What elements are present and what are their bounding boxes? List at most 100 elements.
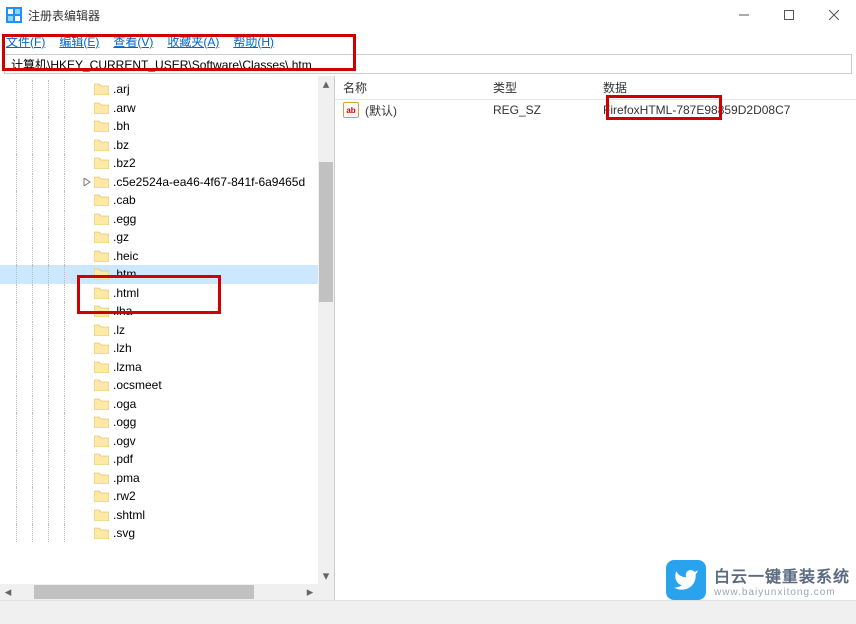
tree-item[interactable]: .rw2 xyxy=(0,487,334,506)
value-data: FirefoxHTML-787E98859D2D08C7 xyxy=(603,103,856,117)
folder-icon xyxy=(94,83,109,95)
folder-icon xyxy=(94,194,109,206)
menu-help[interactable]: 帮助(H) xyxy=(233,33,274,50)
scroll-up-icon[interactable]: ▴ xyxy=(318,76,334,92)
tree-item-label: .pdf xyxy=(113,452,133,466)
expander-icon[interactable] xyxy=(80,526,94,540)
expander-icon[interactable] xyxy=(80,304,94,318)
folder-icon xyxy=(94,157,109,169)
folder-icon xyxy=(94,472,109,484)
expander-icon[interactable] xyxy=(80,249,94,263)
tree-item[interactable]: .pma xyxy=(0,469,334,488)
tree-item[interactable]: .gz xyxy=(0,228,334,247)
folder-icon xyxy=(94,139,109,151)
tree-item[interactable]: .oga xyxy=(0,395,334,414)
tree-item[interactable]: .html xyxy=(0,284,334,303)
column-type[interactable]: 类型 xyxy=(485,79,595,96)
scroll-left-icon[interactable]: ◂ xyxy=(0,584,16,600)
tree-item[interactable]: .c5e2524a-ea46-4f67-841f-6a9465d xyxy=(0,173,334,192)
tree-item[interactable]: .lz xyxy=(0,321,334,340)
expander-icon[interactable] xyxy=(80,323,94,337)
tree-item[interactable]: .cab xyxy=(0,191,334,210)
tree-scrollbar-vertical[interactable]: ▴ ▾ xyxy=(318,76,334,600)
address-bar[interactable]: 计算机\HKEY_CURRENT_USER\Software\Classes\.… xyxy=(4,54,852,74)
tree-item[interactable]: .bh xyxy=(0,117,334,136)
menu-edit[interactable]: 编辑(E) xyxy=(59,33,99,50)
tree-item[interactable]: .arw xyxy=(0,99,334,118)
tree-item-label: .ogg xyxy=(113,415,136,429)
tree-item[interactable]: .ogg xyxy=(0,413,334,432)
expander-icon[interactable] xyxy=(80,360,94,374)
folder-icon xyxy=(94,398,109,410)
tree-item-label: .heic xyxy=(113,249,138,263)
watermark-url: www.baiyunxitong.com xyxy=(714,587,850,598)
column-data[interactable]: 数据 xyxy=(595,79,856,96)
close-button[interactable] xyxy=(811,0,856,30)
column-name[interactable]: 名称 xyxy=(335,79,485,96)
tree-item[interactable]: .ogv xyxy=(0,432,334,451)
expander-icon[interactable] xyxy=(80,138,94,152)
minimize-button[interactable] xyxy=(721,0,766,30)
expander-icon[interactable] xyxy=(80,415,94,429)
folder-icon xyxy=(94,361,109,373)
tree-item-label: .arw xyxy=(113,101,136,115)
tree-item-label: .pma xyxy=(113,471,140,485)
registry-tree[interactable]: .arj .arw .bh .bz .bz2 .c5e2524a-ea46-4f67-84… xyxy=(0,76,334,543)
value-type: REG_SZ xyxy=(493,103,603,117)
tree-item[interactable]: .lha xyxy=(0,302,334,321)
expander-icon[interactable] xyxy=(80,101,94,115)
expander-icon[interactable] xyxy=(80,82,94,96)
expander-icon[interactable] xyxy=(80,119,94,133)
tree-item[interactable]: .pdf xyxy=(0,450,334,469)
folder-icon xyxy=(94,305,109,317)
tree-item[interactable]: .heic xyxy=(0,247,334,266)
tree-item-label: .c5e2524a-ea46-4f67-841f-6a9465d xyxy=(113,175,305,189)
expander-icon[interactable] xyxy=(80,434,94,448)
value-row[interactable]: ab (默认) REG_SZ FirefoxHTML-787E98859D2D0… xyxy=(335,100,856,120)
scroll-thumb-h[interactable] xyxy=(34,585,254,599)
folder-icon xyxy=(94,213,109,225)
expander-icon[interactable] xyxy=(80,156,94,170)
menu-favorites[interactable]: 收藏夹(A) xyxy=(167,33,219,50)
tree-item-label: .bz xyxy=(113,138,129,152)
expander-icon[interactable] xyxy=(80,230,94,244)
expander-icon[interactable] xyxy=(80,452,94,466)
expander-icon[interactable] xyxy=(80,508,94,522)
expander-icon[interactable] xyxy=(80,286,94,300)
expander-icon[interactable] xyxy=(80,193,94,207)
scroll-down-icon[interactable]: ▾ xyxy=(318,568,334,584)
tree-item[interactable]: .svg xyxy=(0,524,334,543)
tree-item-label: .lzh xyxy=(113,341,132,355)
tree-item[interactable]: .bz2 xyxy=(0,154,334,173)
expander-icon[interactable] xyxy=(80,341,94,355)
menu-view[interactable]: 查看(V) xyxy=(113,33,153,50)
titlebar: 注册表编辑器 xyxy=(0,0,856,30)
folder-icon xyxy=(94,287,109,299)
tree-item[interactable]: .egg xyxy=(0,210,334,229)
tree-pane: .arj .arw .bh .bz .bz2 .c5e2524a-ea46-4f67-84… xyxy=(0,76,335,600)
expander-icon[interactable] xyxy=(80,212,94,226)
scroll-thumb[interactable] xyxy=(319,162,333,302)
tree-item-label: .shtml xyxy=(113,508,145,522)
tree-item[interactable]: .bz xyxy=(0,136,334,155)
maximize-button[interactable] xyxy=(766,0,811,30)
scroll-right-icon[interactable]: ▸ xyxy=(302,584,318,600)
expander-icon[interactable] xyxy=(80,378,94,392)
folder-icon xyxy=(94,416,109,428)
expander-icon[interactable] xyxy=(80,175,94,189)
menu-file[interactable]: 文件(F) xyxy=(6,33,45,50)
tree-item[interactable]: .htm xyxy=(0,265,334,284)
tree-item[interactable]: .lzma xyxy=(0,358,334,377)
expander-icon[interactable] xyxy=(80,397,94,411)
folder-icon xyxy=(94,453,109,465)
statusbar xyxy=(0,600,856,624)
tree-item[interactable]: .shtml xyxy=(0,506,334,525)
tree-item[interactable]: .ocsmeet xyxy=(0,376,334,395)
expander-icon[interactable] xyxy=(80,471,94,485)
expander-icon[interactable] xyxy=(80,267,94,281)
tree-scrollbar-horizontal[interactable]: ◂ ▸ xyxy=(0,584,318,600)
expander-icon[interactable] xyxy=(80,489,94,503)
tree-item[interactable]: .arj xyxy=(0,80,334,99)
window-title: 注册表编辑器 xyxy=(28,7,721,24)
tree-item[interactable]: .lzh xyxy=(0,339,334,358)
